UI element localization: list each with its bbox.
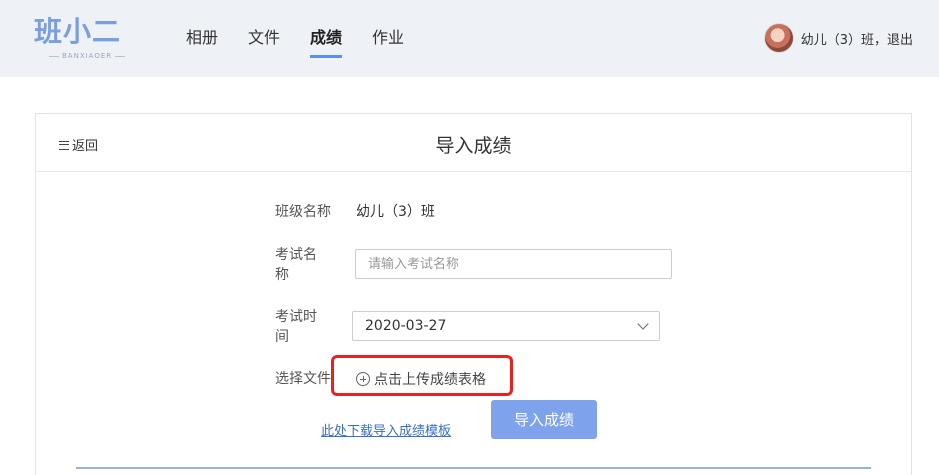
download-template-link[interactable]: 此处下载导入成绩模板 xyxy=(321,420,451,439)
user-class-logout[interactable]: 幼儿（3）班，退出 xyxy=(801,29,913,48)
page-title: 导入成绩 xyxy=(435,135,512,157)
exam-name-label-line1: 考试名 xyxy=(275,247,317,263)
exam-name-label-line2: 称 xyxy=(275,267,289,283)
plus-circle-icon xyxy=(356,372,370,386)
avatar[interactable] xyxy=(763,23,794,53)
nav-item-album[interactable]: 相册 xyxy=(186,26,218,50)
chevron-down-icon xyxy=(637,318,649,330)
file-label: 选择文件 xyxy=(275,371,331,387)
divider xyxy=(76,467,871,469)
logo[interactable]: 班小二 BANXIAOER xyxy=(34,14,136,66)
import-grades-button[interactable]: 导入成绩 xyxy=(491,400,597,439)
exam-time-label-line1: 考试时 xyxy=(275,309,317,325)
class-name-label: 班级名称 xyxy=(275,204,331,220)
import-panel: 返回 导入成绩 xyxy=(35,113,912,475)
logo-text: 班小二 xyxy=(34,15,122,48)
upload-button[interactable]: 点击上传成绩表格 xyxy=(356,369,486,389)
upload-label: 点击上传成绩表格 xyxy=(374,372,486,388)
top-header: 班小二 BANXIAOER 相册 文件 成绩 作业 幼儿（3）班，退出 xyxy=(0,0,939,77)
exam-time-label-line2: 间 xyxy=(275,329,289,345)
exam-name-input[interactable] xyxy=(355,249,672,279)
exam-date-value: 2020-03-27 xyxy=(365,318,447,334)
nav-item-files[interactable]: 文件 xyxy=(248,26,280,50)
class-name-value: 幼儿（3）班 xyxy=(356,204,435,220)
exam-date-select[interactable]: 2020-03-27 xyxy=(352,311,660,341)
nav-item-grades[interactable]: 成绩 xyxy=(310,26,343,58)
user-area: 幼儿（3）班，退出 xyxy=(763,22,913,54)
nav-item-homework[interactable]: 作业 xyxy=(372,26,404,50)
panel-header: 返回 导入成绩 xyxy=(36,114,911,172)
logo-subtitle: BANXIAOER xyxy=(46,52,128,60)
